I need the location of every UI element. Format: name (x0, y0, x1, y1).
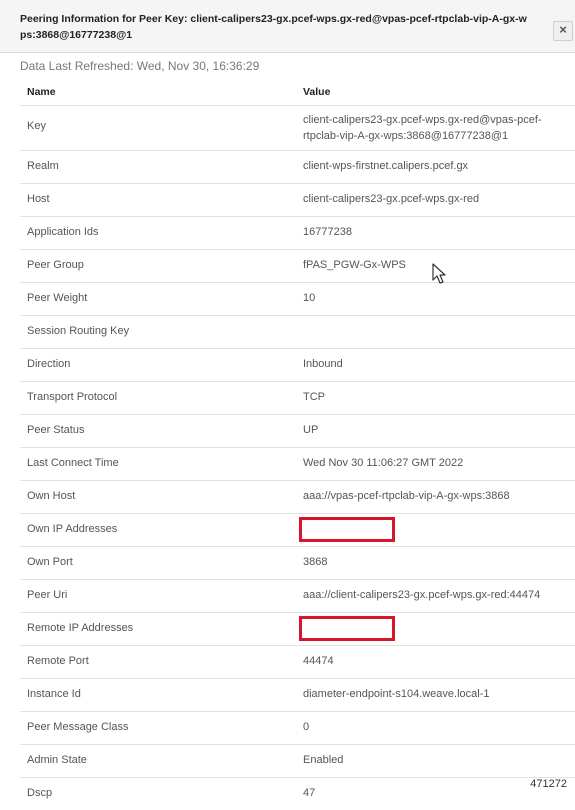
column-header-name: Name (27, 86, 56, 98)
row-value: aaa://vpas-pcef-rtpclab-vip-A-gx-wps:386… (303, 490, 510, 502)
row-name: Own Host (27, 490, 76, 502)
table-row: Instance Id diameter-endpoint-s104.weave.… (20, 678, 575, 711)
row-value: Wed Nov 30 11:06:27 GMT 2022 (303, 457, 464, 469)
redacted-value-box (299, 616, 395, 641)
row-value: 3868 (303, 556, 328, 568)
close-button[interactable]: × (553, 21, 573, 41)
row-value: 10 (303, 292, 316, 304)
table-row: Admin State Enabled (20, 744, 575, 777)
table-row: Dscp 47 (20, 777, 575, 810)
table-row: Own Port 3868 (20, 546, 575, 579)
row-name: Instance Id (27, 688, 81, 700)
table-row: Transport Protocol TCP (20, 381, 575, 414)
row-name: Peer Message Class (27, 721, 129, 733)
table-row: Application Ids 16777238 (20, 216, 575, 249)
table-row: Session Routing Key (20, 315, 575, 348)
figure-id: 471272 (530, 778, 567, 790)
close-icon: × (559, 22, 567, 37)
table-row: Remote Port 44474 (20, 645, 575, 678)
column-header-value: Value (303, 86, 331, 98)
row-name: Key (27, 120, 46, 132)
table-row: Peer Weight 10 (20, 282, 575, 315)
row-value: 0 (303, 721, 310, 733)
table-row: Peer Status UP (20, 414, 575, 447)
row-name: Session Routing Key (27, 325, 130, 337)
row-name: Peer Uri (27, 589, 68, 601)
row-value: client-calipers23-gx.pcef-wps.gx-red (303, 193, 480, 205)
table-row: Remote IP Addresses (20, 612, 575, 645)
row-value: 47 (303, 787, 316, 799)
row-value: 44474 (303, 655, 334, 667)
table-row: Host client-calipers23-gx.pcef-wps.gx-red (20, 183, 575, 216)
row-value: diameter-endpoint-s104.weave.local-1 (303, 688, 490, 700)
row-name: Remote Port (27, 655, 89, 667)
table-row: Direction Inbound (20, 348, 575, 381)
row-name: Realm (27, 160, 59, 172)
row-value: 16777238 (303, 226, 352, 238)
row-name: Own Port (27, 556, 73, 568)
row-value: client-wps-firstnet.calipers.pcef.gx (303, 160, 469, 172)
table-row: Last Connect Time Wed Nov 30 11:06:27 GMT… (20, 447, 575, 480)
table-row: Own Host aaa://vpas-pcef-rtpclab-vip-A-gx… (20, 480, 575, 513)
row-value: client-calipers23-gx.pcef-wps.gx-red@vpa… (303, 114, 542, 142)
peer-info-table: Key client-calipers23-gx.pcef-wps.gx-red@… (20, 105, 575, 810)
row-value: Inbound (303, 358, 343, 370)
row-value: aaa://client-calipers23-gx.pcef-wps.gx-r… (303, 589, 541, 601)
table-row: Realm client-wps-firstnet.calipers.pcef.g… (20, 150, 575, 183)
row-name: Own IP Addresses (27, 523, 118, 535)
row-name: Remote IP Addresses (27, 622, 134, 634)
peering-info-dialog: Peering Information for Peer Key: client… (0, 0, 575, 803)
row-name: Peer Status (27, 424, 85, 436)
row-name: Peer Group (27, 259, 84, 271)
table-row: Own IP Addresses (20, 513, 575, 546)
table-row: Key client-calipers23-gx.pcef-wps.gx-red@… (20, 105, 575, 150)
row-name: Peer Weight (27, 292, 88, 304)
row-name: Application Ids (27, 226, 99, 238)
last-refreshed-text: Data Last Refreshed: Wed, Nov 30, 16:36:… (20, 59, 260, 73)
table-row: Peer Group fPAS_PGW-Gx-WPS (20, 249, 575, 282)
row-value: UP (303, 424, 319, 436)
row-name: Dscp (27, 787, 53, 799)
row-value: Enabled (303, 754, 344, 766)
mouse-pointer-icon (432, 263, 446, 284)
row-name: Last Connect Time (27, 457, 119, 469)
row-value: TCP (303, 391, 325, 403)
row-name: Host (27, 193, 50, 205)
redacted-value-box (299, 517, 395, 542)
table-row: Peer Message Class 0 (20, 711, 575, 744)
row-name: Transport Protocol (27, 391, 118, 403)
row-name: Direction (27, 358, 71, 370)
table-row: Peer Uri aaa://client-calipers23-gx.pcef-… (20, 579, 575, 612)
dialog-title: Peering Information for Peer Key: client… (20, 13, 527, 41)
row-name: Admin State (27, 754, 87, 766)
dialog-titlebar: Peering Information for Peer Key: client… (0, 0, 575, 53)
